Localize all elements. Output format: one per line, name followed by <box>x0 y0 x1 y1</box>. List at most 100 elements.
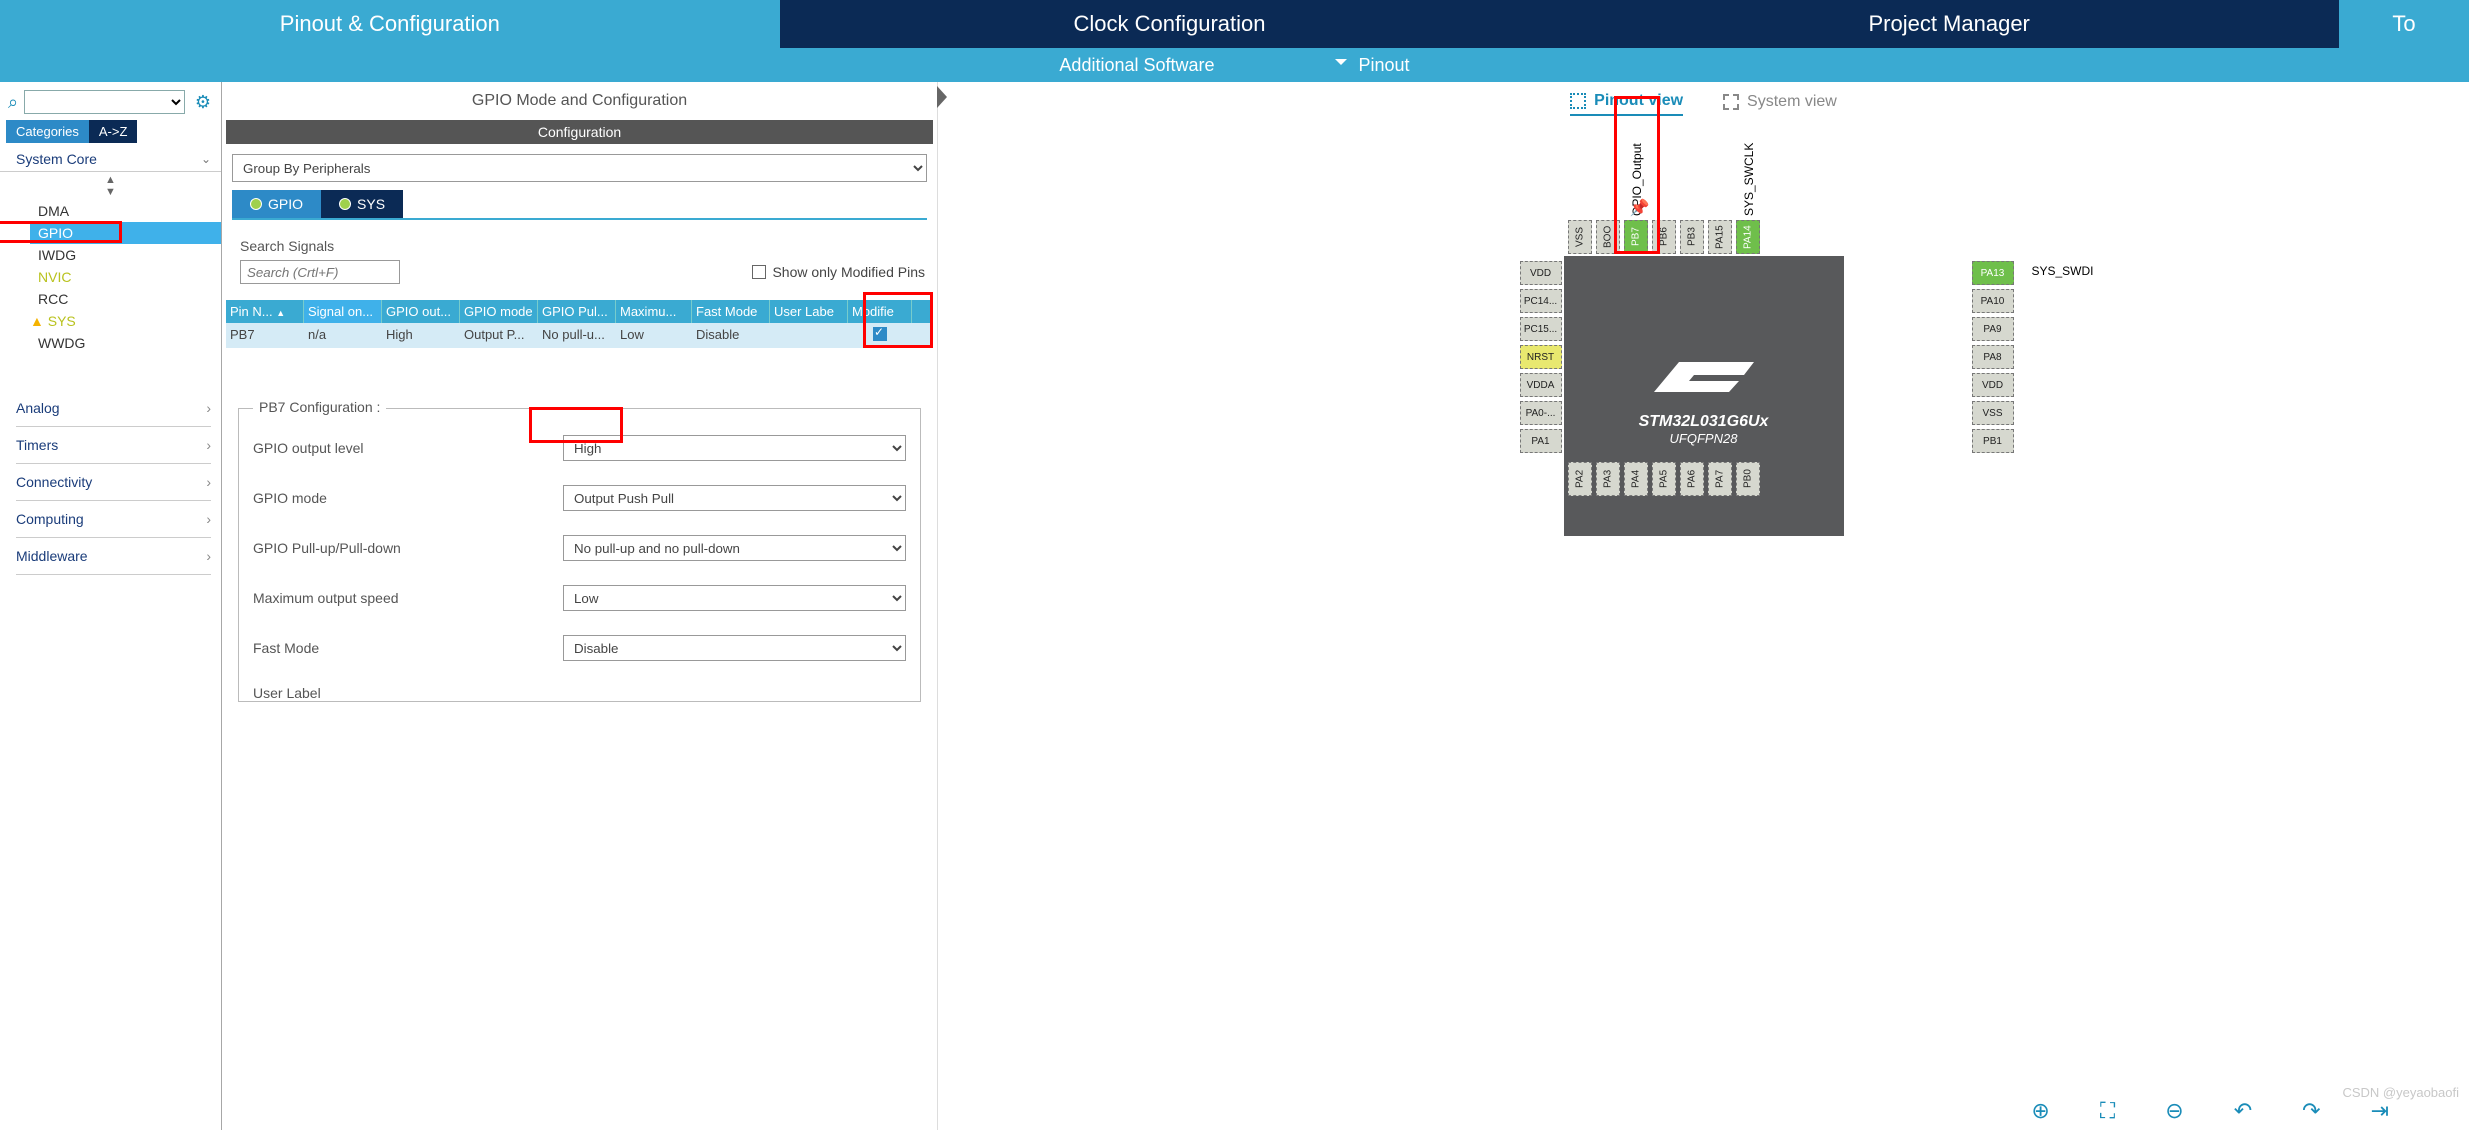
zoom-out-icon[interactable]: ⊖ <box>2165 1098 2183 1124</box>
pin-vdd[interactable]: VDD <box>1520 261 1562 285</box>
td-label <box>770 323 848 348</box>
collapse-icon[interactable]: ⇥ <box>2371 1098 2389 1124</box>
chip-package[interactable]: STM32L031G6Ux UFQFPN28 VSS BOO PB7 PB6 P… <box>1514 206 1894 586</box>
tab-tools[interactable]: To <box>2339 0 2469 48</box>
label-output-level: GPIO output level <box>253 440 563 456</box>
tab-project[interactable]: Project Manager <box>1559 0 2339 48</box>
gear-icon[interactable]: ⚙ <box>191 92 215 113</box>
subtab-sys[interactable]: SYS <box>321 190 403 218</box>
pin-pa5[interactable]: PA5 <box>1652 462 1676 496</box>
category-system-core[interactable]: System Core ⌄ <box>0 143 221 172</box>
pin-pa15[interactable]: PA15 <box>1708 220 1732 254</box>
pinout-dropdown[interactable]: Pinout <box>1335 55 1410 76</box>
pin-pb3[interactable]: PB3 <box>1680 220 1704 254</box>
pin-pa1[interactable]: PA1 <box>1520 429 1562 453</box>
search-signals-label: Search Signals <box>240 238 925 254</box>
category-timers[interactable]: Timers› <box>16 427 211 464</box>
pin-pc14[interactable]: PC14... <box>1520 289 1562 313</box>
tab-pinout[interactable]: Pinout & Configuration <box>0 0 780 48</box>
pin-pa14[interactable]: PA14 <box>1736 220 1760 254</box>
tab-a-z[interactable]: A->Z <box>89 120 138 143</box>
viewer-toolbar: ⊕ ⛶ ⊖ ↶ ↷ ⇥ <box>2031 1098 2389 1124</box>
tab-categories[interactable]: Categories <box>6 120 89 143</box>
category-middleware[interactable]: Middleware› <box>16 538 211 575</box>
sidebar-item-iwdg[interactable]: IWDG <box>30 244 221 266</box>
search-icon[interactable]: ⌕ <box>8 92 18 113</box>
pin-pa13[interactable]: PA13 <box>1972 261 2014 285</box>
pin-pa10[interactable]: PA10 <box>1972 289 2014 313</box>
sort-icon: ▲ <box>276 308 285 318</box>
sub-bar: Additional Software Pinout <box>0 48 2469 82</box>
th-fast-mode[interactable]: Fast Mode <box>692 300 770 323</box>
label-gpio-mode: GPIO mode <box>253 490 563 506</box>
pin-pb1[interactable]: PB1 <box>1972 429 2014 453</box>
category-analog[interactable]: Analog› <box>16 390 211 427</box>
pin-vdd-r[interactable]: VDD <box>1972 373 2014 397</box>
tab-system-view[interactable]: System view <box>1723 92 1837 116</box>
select-max-speed[interactable]: Low <box>563 585 906 611</box>
th-max-speed[interactable]: Maximu... <box>616 300 692 323</box>
td-modified <box>848 323 912 348</box>
pin-pb0[interactable]: PB0 <box>1736 462 1760 496</box>
pin-pa9[interactable]: PA9 <box>1972 317 2014 341</box>
fullscreen-icon[interactable]: ⛶ <box>2100 1098 2115 1124</box>
pin-pa8[interactable]: PA8 <box>1972 345 2014 369</box>
pin-boo[interactable]: BOO <box>1596 220 1620 254</box>
tab-pinout-view[interactable]: Pinout view <box>1570 92 1683 116</box>
search-signals-input[interactable] <box>240 260 400 284</box>
pin-pa6[interactable]: PA6 <box>1680 462 1704 496</box>
pin-vss-r[interactable]: VSS <box>1972 401 2014 425</box>
pin-pa7[interactable]: PA7 <box>1708 462 1732 496</box>
sidebar-item-gpio[interactable]: GPIO <box>30 222 221 244</box>
td-out: High <box>382 323 460 348</box>
subtab-gpio[interactable]: GPIO <box>232 190 321 218</box>
category-connectivity[interactable]: Connectivity› <box>16 464 211 501</box>
pin-pb6[interactable]: PB6 <box>1652 220 1676 254</box>
zoom-in-icon[interactable]: ⊕ <box>2031 1098 2049 1124</box>
th-modified[interactable]: Modifie <box>848 300 912 323</box>
undo-icon[interactable]: ↶ <box>2234 1098 2252 1124</box>
pin-pa3[interactable]: PA3 <box>1596 462 1620 496</box>
th-gpio-pull[interactable]: GPIO Pul... <box>538 300 616 323</box>
status-dot-icon <box>250 198 262 210</box>
select-gpio-mode[interactable]: Output Push Pull <box>563 485 906 511</box>
label-max-speed: Maximum output speed <box>253 590 563 606</box>
th-gpio-mode[interactable]: GPIO mode <box>460 300 538 323</box>
pin-pc15[interactable]: PC15... <box>1520 317 1562 341</box>
pin-pa0[interactable]: PA0-... <box>1520 401 1562 425</box>
sidebar-item-nvic[interactable]: NVIC <box>30 266 221 288</box>
th-pin-name[interactable]: Pin N... ▲ <box>226 300 304 323</box>
pin-vdda[interactable]: VDDA <box>1520 373 1562 397</box>
panel-title: GPIO Mode and Configuration <box>226 82 933 120</box>
group-by-select[interactable]: Group By Peripherals <box>232 154 927 182</box>
chip-icon <box>1570 93 1586 109</box>
select-output-level[interactable]: High <box>563 435 906 461</box>
sidebar-item-wwdg[interactable]: WWDG <box>30 332 221 354</box>
pin-pa2[interactable]: PA2 <box>1568 462 1592 496</box>
chip-viewer: Pinout view System view STM32L031G6Ux UF… <box>938 82 2469 1130</box>
sidebar-item-dma[interactable]: DMA <box>30 200 221 222</box>
scroll-updown-icon[interactable]: ▲▼ <box>0 172 221 200</box>
tab-clock[interactable]: Clock Configuration <box>780 0 1560 48</box>
pin-nrst[interactable]: NRST <box>1520 345 1562 369</box>
redo-icon[interactable]: ↷ <box>2302 1098 2320 1124</box>
table-row[interactable]: PB7 n/a High Output P... No pull-u... Lo… <box>226 323 933 348</box>
pushpin-icon: 📌 <box>1630 198 1650 218</box>
top-tab-bar: Pinout & Configuration Clock Configurati… <box>0 0 2469 48</box>
table-header-row: Pin N... ▲ Signal on... GPIO out... GPIO… <box>226 300 933 323</box>
pin-config-fieldset: PB7 Configuration : GPIO output level Hi… <box>238 408 921 702</box>
category-computing[interactable]: Computing› <box>16 501 211 538</box>
pin-pb7[interactable]: PB7 <box>1624 220 1648 254</box>
th-signal[interactable]: Signal on... <box>304 300 382 323</box>
pin-vss[interactable]: VSS <box>1568 220 1592 254</box>
additional-software-link[interactable]: Additional Software <box>1059 55 1214 76</box>
select-pull[interactable]: No pull-up and no pull-down <box>563 535 906 561</box>
sidebar-search-select[interactable] <box>24 90 185 114</box>
sidebar-item-rcc[interactable]: RCC <box>30 288 221 310</box>
sidebar-item-sys[interactable]: SYS <box>10 310 221 332</box>
show-modified-checkbox[interactable]: Show only Modified Pins <box>752 264 925 280</box>
select-fast-mode[interactable]: Disable <box>563 635 906 661</box>
pin-pa4[interactable]: PA4 <box>1624 462 1648 496</box>
th-user-label[interactable]: User Labe <box>770 300 848 323</box>
th-gpio-out[interactable]: GPIO out... <box>382 300 460 323</box>
